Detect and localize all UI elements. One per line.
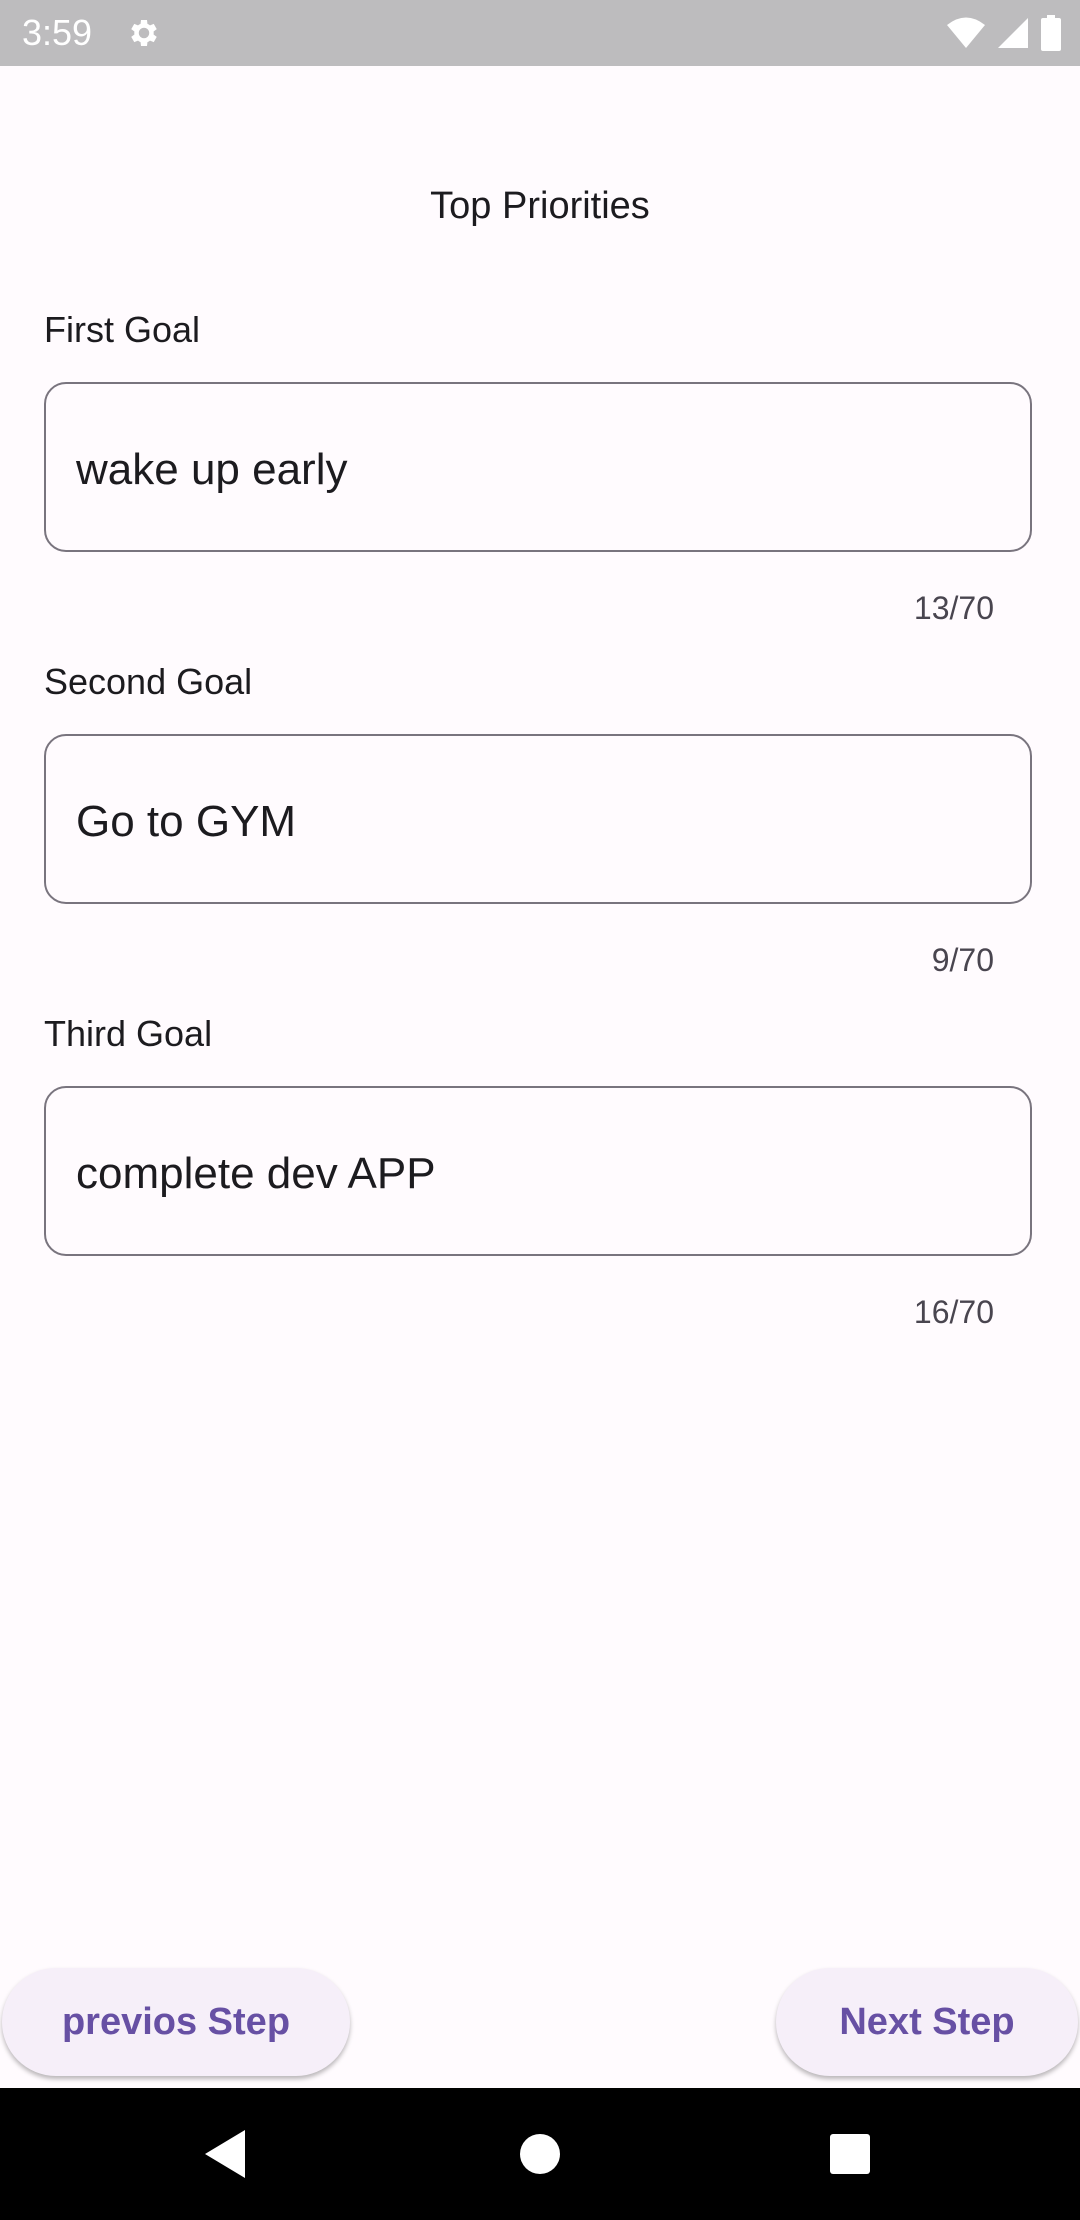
goal-input-box[interactable]: wake up early xyxy=(44,382,1032,552)
battery-icon xyxy=(1040,15,1062,51)
status-time: 3:59 xyxy=(22,12,93,53)
first-goal-input[interactable]: wake up early xyxy=(76,444,996,496)
back-icon[interactable] xyxy=(186,2118,266,2190)
navigation-bar xyxy=(0,2088,1080,2220)
page-title: Top Priorities xyxy=(430,185,650,227)
status-bar: 3:59 xyxy=(0,0,1080,66)
signal-icon xyxy=(996,16,1030,50)
gear-icon xyxy=(126,15,162,51)
character-counter: 16/70 xyxy=(913,1294,994,1330)
goal-field-third: Third Goal complete dev APP 16/70 xyxy=(44,1010,1036,1340)
previous-step-button[interactable]: previos Step xyxy=(2,1968,350,2076)
goal-input-box[interactable]: complete dev APP xyxy=(44,1086,1032,1256)
home-icon[interactable] xyxy=(500,2118,580,2190)
goal-field-second: Second Goal Go to GYM 9/70 xyxy=(44,658,1036,988)
next-step-button[interactable]: Next Step xyxy=(776,1968,1078,2076)
third-goal-input[interactable]: complete dev APP xyxy=(76,1148,996,1200)
character-counter: 13/70 xyxy=(913,590,994,626)
character-counter: 9/70 xyxy=(931,942,994,978)
goal-label: First Goal xyxy=(44,309,201,350)
goal-label: Second Goal xyxy=(44,661,253,702)
wifi-icon xyxy=(946,16,986,50)
recents-icon[interactable] xyxy=(810,2118,890,2190)
goal-input-box[interactable]: Go to GYM xyxy=(44,734,1032,904)
second-goal-input[interactable]: Go to GYM xyxy=(76,796,996,848)
goal-field-first: First Goal wake up early 13/70 xyxy=(44,306,1036,636)
goal-label: Third Goal xyxy=(44,1013,213,1054)
